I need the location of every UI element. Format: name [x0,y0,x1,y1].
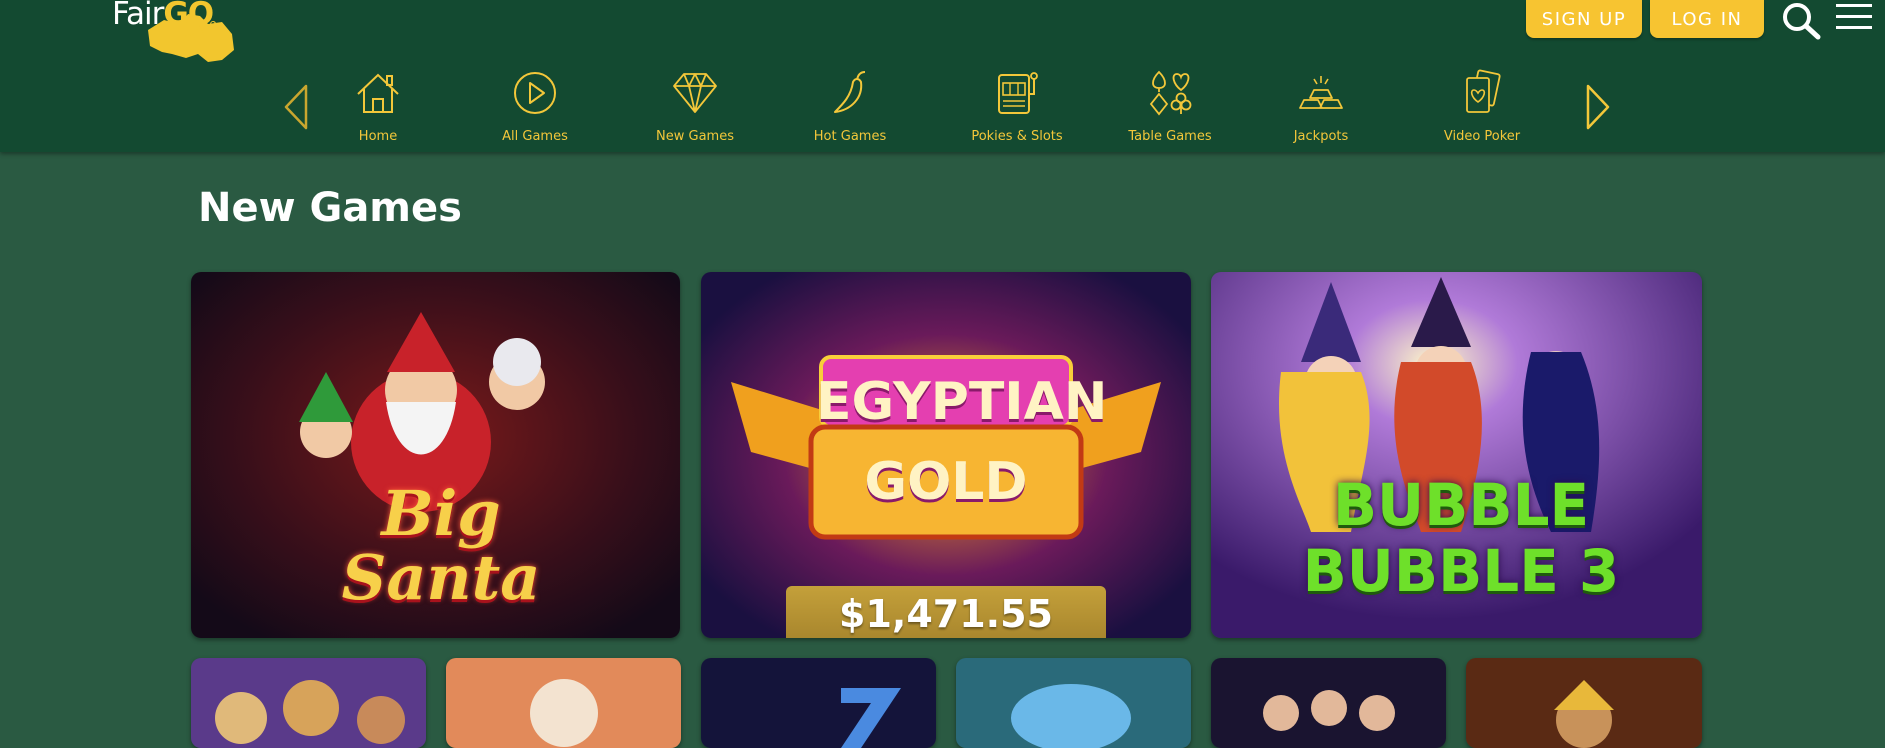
top-header: FairGO casino SIGN UP LOG IN Home All Ga… [0,0,1885,152]
nav-item-jackpots[interactable]: Jackpots [1251,62,1391,148]
game-tile-row2-3[interactable] [701,658,936,748]
game-tile-row2-1[interactable] [191,658,426,748]
game-tile-bubble-bubble-3[interactable]: Bubble Bubble 3 [1211,272,1702,638]
game-artwork-row2-3 [701,658,936,748]
search-icon[interactable] [1780,0,1824,40]
nav-label-table-games: Table Games [1128,129,1212,144]
card-suits-icon [1149,70,1192,116]
nav-label-hot-games: Hot Games [813,129,887,144]
slot-machine-icon [998,72,1038,114]
game-artwork-row2-2 [446,658,681,748]
game-artwork-row2-4 [956,658,1191,748]
home-icon [357,73,399,113]
play-icon [514,72,556,114]
nav-label-all-games: All Games [502,129,568,144]
nav-item-home[interactable]: Home [308,62,448,148]
nav-next-arrow-icon[interactable] [1582,82,1614,132]
game-tile-egyptian-gold[interactable]: Egyptian Gold $1,471.55 [701,272,1191,638]
game-tile-row2-2[interactable] [446,658,681,748]
nav-label-pokies-slots: Pokies & Slots [971,129,1063,144]
nav-item-new-games[interactable]: New Games [625,62,765,148]
nav-item-all-games[interactable]: All Games [465,62,605,148]
game-tile-row2-5[interactable] [1211,658,1446,748]
gold-bars-icon [1299,76,1343,109]
diamond-icon [673,73,717,113]
hamburger-menu-icon[interactable] [1834,2,1874,32]
category-nav: Home All Games New Games Hot Games Pokie… [0,62,1885,150]
nav-item-pokies-slots[interactable]: Pokies & Slots [947,62,1087,148]
fairgo-logo[interactable]: FairGO casino [112,0,234,62]
page-title: New Games [198,185,462,231]
game-artwork-row2-6 [1466,658,1702,748]
nav-item-video-poker[interactable]: Video Poker [1412,62,1552,148]
game-tile-row2-6[interactable] [1466,658,1702,748]
nav-label-jackpots: Jackpots [1293,129,1349,144]
nav-label-home: Home [358,129,398,144]
game-artwork-row2-1 [191,658,426,748]
game-tile-row2-4[interactable] [956,658,1191,748]
game-name-big-santa: Big Santa [341,477,541,614]
chili-icon [834,71,866,113]
playing-cards-icon [1466,69,1501,113]
jackpot-amount: $1,471.55 [786,586,1106,638]
game-name-bubble-bubble-3: Bubble Bubble 3 [1302,471,1620,605]
nav-label-new-games: New Games [656,129,734,144]
logo-fair: Fair [112,0,164,32]
sign-up-button[interactable]: SIGN UP [1526,0,1642,38]
nav-item-table-games[interactable]: Table Games [1100,62,1240,148]
log-in-button[interactable]: LOG IN [1650,0,1764,38]
game-name-egyptian-gold: Egyptian Gold [816,372,1108,512]
game-tile-big-santa[interactable]: Big Santa [191,272,680,638]
nav-label-video-poker: Video Poker [1443,129,1521,144]
game-artwork-row2-5 [1211,658,1446,748]
nav-item-hot-games[interactable]: Hot Games [780,62,920,148]
